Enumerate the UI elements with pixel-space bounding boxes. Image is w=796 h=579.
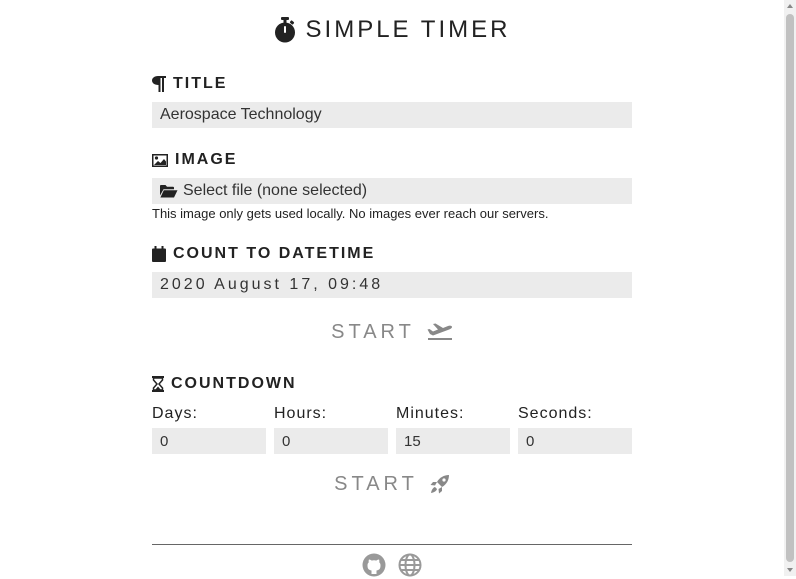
countdown-days: Days: 0 (152, 404, 266, 454)
datetime-label-text: COUNT TO DATETIME (173, 245, 376, 262)
hours-value: 0 (282, 432, 291, 450)
plane-departure-icon (427, 323, 452, 340)
image-label-text: IMAGE (175, 151, 238, 168)
title-label: TITLE (152, 74, 227, 94)
seconds-value: 0 (526, 432, 535, 450)
image-label: IMAGE (152, 150, 237, 170)
app-title: SIMPLE TIMER (305, 16, 511, 43)
paragraph-icon (152, 76, 166, 92)
minutes-value: 15 (404, 432, 421, 450)
title-label-text: TITLE (173, 75, 228, 92)
hours-label: Hours: (274, 405, 328, 422)
github-icon[interactable] (362, 553, 386, 577)
image-file-button[interactable]: Select file (none selected) (152, 178, 632, 204)
calendar-icon (152, 246, 166, 262)
countdown-hours: Hours: 0 (274, 404, 388, 454)
stopwatch-icon (274, 17, 295, 43)
countdown-seconds: Seconds: 0 (518, 404, 632, 454)
days-label: Days: (152, 405, 198, 422)
countdown-minutes: Minutes: 15 (396, 404, 510, 454)
datetime-start-label: START (331, 320, 415, 343)
datetime-input-value: 2020 August 17, 09:48 (160, 276, 384, 293)
hourglass-icon (152, 376, 164, 392)
app-header: SIMPLE TIMER (152, 14, 632, 46)
hours-input[interactable]: 0 (274, 428, 388, 454)
rocket-icon (430, 475, 449, 494)
days-value: 0 (160, 432, 169, 450)
folder-open-icon (160, 184, 178, 197)
countdown-label-text: COUNTDOWN (171, 375, 297, 392)
seconds-input[interactable]: 0 (518, 428, 632, 454)
countdown-label: COUNTDOWN (152, 374, 297, 394)
footer (152, 553, 632, 579)
minutes-input[interactable]: 15 (396, 428, 510, 454)
minutes-label: Minutes: (396, 405, 465, 422)
datetime-start-button[interactable]: START (152, 319, 632, 345)
countdown-start-button[interactable]: START (152, 471, 632, 497)
vertical-scrollbar[interactable] (784, 0, 796, 576)
globe-icon[interactable] (398, 553, 422, 577)
countdown-start-label: START (334, 472, 418, 495)
datetime-input[interactable]: 2020 August 17, 09:48 (152, 272, 632, 298)
image-hint: This image only gets used locally. No im… (152, 206, 549, 221)
scroll-up-arrow[interactable] (787, 4, 793, 8)
seconds-label: Seconds: (518, 405, 593, 422)
footer-divider (152, 544, 632, 545)
days-input[interactable]: 0 (152, 428, 266, 454)
image-file-label: Select file (none selected) (183, 182, 368, 199)
title-input[interactable]: Aerospace Technology (152, 102, 632, 128)
datetime-label: COUNT TO DATETIME (152, 244, 375, 264)
scroll-down-arrow[interactable] (787, 568, 793, 572)
scrollbar-thumb[interactable] (786, 14, 794, 562)
title-input-value: Aerospace Technology (160, 106, 322, 123)
image-icon (152, 153, 168, 167)
